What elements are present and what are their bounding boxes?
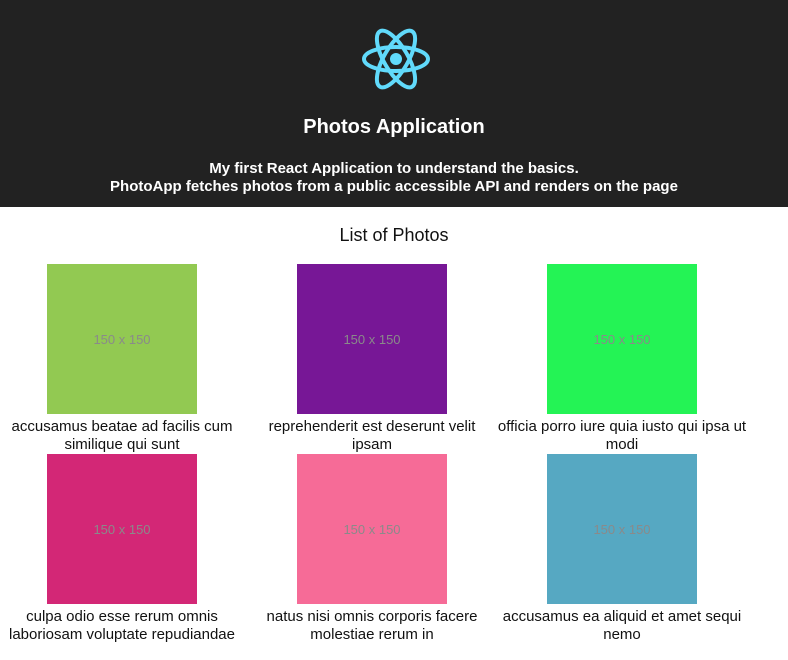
photo-card[interactable]: 150 x 150 accusamus ea aliquid et amet s… [497, 454, 747, 644]
photo-thumbnail[interactable]: 150 x 150 [547, 454, 697, 604]
subtitle-line-2: PhotoApp fetches photos from a public ac… [110, 178, 678, 195]
photo-thumbnail[interactable]: 150 x 150 [297, 264, 447, 414]
react-atom-icon [362, 28, 430, 90]
photo-card[interactable]: 150 x 150 accusamus beatae ad facilis cu… [0, 264, 247, 454]
photo-title: accusamus ea aliquid et amet sequi nemo [502, 608, 742, 643]
photo-thumbnail[interactable]: 150 x 150 [47, 454, 197, 604]
photo-card[interactable]: 150 x 150 natus nisi omnis corporis face… [247, 454, 497, 644]
photo-title: natus nisi omnis corporis facere molesti… [266, 608, 478, 643]
page-subtitle: My first React Application to understand… [0, 160, 788, 196]
photo-thumbnail[interactable]: 150 x 150 [297, 454, 447, 604]
photo-title: officia porro iure quia iusto qui ipsa u… [497, 418, 747, 453]
photo-card[interactable]: 150 x 150 culpa odio esse rerum omnis la… [0, 454, 247, 644]
photo-title: reprehenderit est deserunt velit ipsam [268, 418, 476, 453]
photo-title: culpa odio esse rerum omnis laboriosam v… [9, 608, 235, 643]
photo-card[interactable]: 150 x 150 officia porro iure quia iusto … [497, 264, 747, 454]
photo-title: accusamus beatae ad facilis cum similiqu… [11, 418, 233, 453]
photo-list-heading: List of Photos [339, 225, 449, 245]
photo-card[interactable]: 150 x 150 reprehenderit est deserunt vel… [247, 264, 497, 454]
app-header: Photos Application My first React Applic… [0, 0, 788, 207]
photo-thumbnail[interactable]: 150 x 150 [47, 264, 197, 414]
page-title: Photos Application [303, 116, 485, 138]
subtitle-line-1: My first React Application to understand… [209, 160, 579, 177]
photo-thumbnail[interactable]: 150 x 150 [547, 264, 697, 414]
